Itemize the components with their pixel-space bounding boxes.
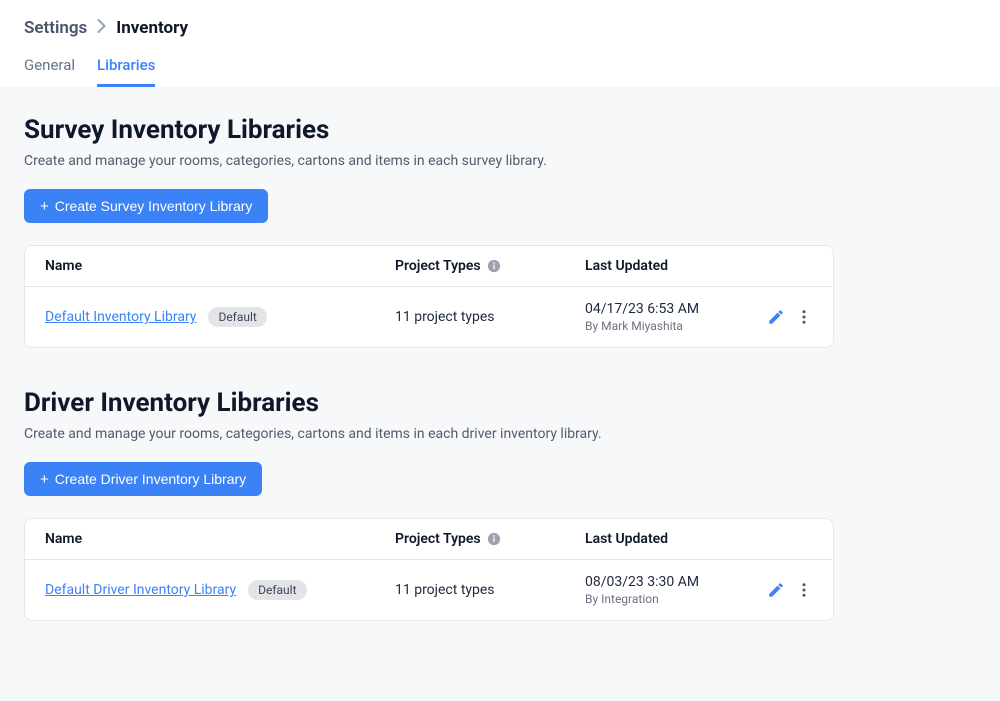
library-name-link[interactable]: Default Driver Inventory Library — [45, 582, 236, 598]
create-driver-library-button[interactable]: + Create Driver Inventory Library — [24, 462, 262, 496]
driver-table: Name Project Types Last Updated Default … — [24, 518, 834, 621]
survey-table-header: Name Project Types Last Updated — [25, 246, 833, 287]
column-last-updated: Last Updated — [585, 531, 745, 547]
breadcrumb-parent[interactable]: Settings — [24, 18, 87, 38]
column-name: Name — [45, 258, 395, 274]
more-icon[interactable] — [795, 581, 813, 599]
last-updated-date: 08/03/23 3:30 AM — [585, 574, 745, 590]
default-badge: Default — [248, 580, 306, 600]
column-last-updated: Last Updated — [585, 258, 745, 274]
project-types-value: 11 project types — [395, 309, 495, 325]
create-driver-library-label: Create Driver Inventory Library — [55, 471, 246, 487]
column-name: Name — [45, 531, 395, 547]
table-row: Default Inventory Library Default 11 pro… — [25, 287, 833, 347]
project-types-value: 11 project types — [395, 582, 495, 598]
tab-general[interactable]: General — [24, 52, 75, 87]
info-icon[interactable] — [487, 259, 501, 273]
table-row: Default Driver Inventory Library Default… — [25, 560, 833, 620]
last-updated-by: By Integration — [585, 592, 745, 606]
column-project-types: Project Types — [395, 258, 585, 274]
create-survey-library-label: Create Survey Inventory Library — [55, 198, 253, 214]
driver-table-header: Name Project Types Last Updated — [25, 519, 833, 560]
plus-icon: + — [40, 472, 49, 487]
breadcrumb: Settings Inventory — [24, 18, 976, 38]
last-updated-date: 04/17/23 6:53 AM — [585, 301, 745, 317]
more-icon[interactable] — [795, 308, 813, 326]
column-project-types-label: Project Types — [395, 531, 481, 547]
library-name-link[interactable]: Default Inventory Library — [45, 309, 196, 325]
driver-section-title: Driver Inventory Libraries — [24, 388, 976, 418]
edit-icon[interactable] — [767, 581, 785, 599]
driver-section-description: Create and manage your rooms, categories… — [24, 426, 976, 442]
column-project-types-label: Project Types — [395, 258, 481, 274]
breadcrumb-current: Inventory — [116, 18, 188, 38]
edit-icon[interactable] — [767, 308, 785, 326]
plus-icon: + — [40, 199, 49, 214]
tabs: General Libraries — [24, 52, 976, 87]
survey-section-description: Create and manage your rooms, categories… — [24, 153, 976, 169]
default-badge: Default — [208, 307, 266, 327]
tab-libraries[interactable]: Libraries — [97, 52, 155, 87]
survey-section-title: Survey Inventory Libraries — [24, 115, 976, 145]
create-survey-library-button[interactable]: + Create Survey Inventory Library — [24, 189, 268, 223]
survey-section: Survey Inventory Libraries Create and ma… — [24, 115, 976, 348]
column-project-types: Project Types — [395, 531, 585, 547]
driver-section: Driver Inventory Libraries Create and ma… — [24, 388, 976, 621]
last-updated-by: By Mark Miyashita — [585, 319, 745, 333]
chevron-right-icon — [97, 19, 106, 37]
info-icon[interactable] — [487, 532, 501, 546]
survey-table: Name Project Types Last Updated Default … — [24, 245, 834, 348]
